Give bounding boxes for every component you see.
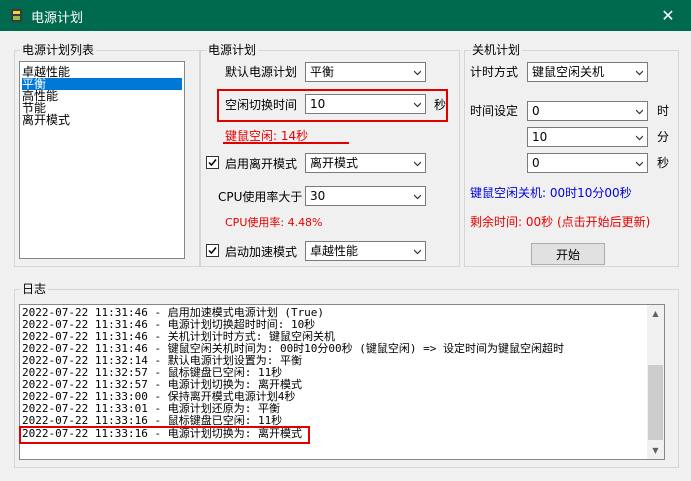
idle-switch-label: 空闲切换时间	[225, 98, 298, 112]
timer-mode-select[interactable]: 键鼠空闲关机	[527, 62, 648, 82]
list-item[interactable]: 高性能	[22, 90, 182, 102]
log-scrollbar[interactable]: ▲ ▼	[647, 305, 664, 459]
chevron-down-icon	[414, 70, 421, 76]
power-plan-group-label: 电源计划	[206, 43, 259, 57]
cpu-threshold-select[interactable]: 30	[305, 186, 426, 206]
chevron-down-icon	[414, 161, 421, 167]
plan-list-group-label: 电源计划列表	[20, 43, 97, 57]
scroll-down-icon[interactable]: ▼	[647, 442, 664, 459]
boost-mode-checkbox[interactable]	[206, 244, 219, 257]
app-icon	[11, 9, 22, 22]
chevron-down-icon	[414, 249, 421, 255]
list-item[interactable]: 离开模式	[22, 114, 182, 126]
cpu-threshold-value: 30	[310, 189, 326, 203]
remaining-time-text: 剩余时间: 00秒 (点击开始后更新)	[470, 215, 651, 229]
chevron-down-icon	[636, 109, 643, 115]
boost-mode-select[interactable]: 卓越性能	[305, 241, 426, 261]
chevron-down-icon	[636, 161, 643, 167]
list-item[interactable]: 卓越性能	[22, 66, 182, 78]
boost-mode-label: 启动加速模式	[225, 245, 298, 259]
chevron-down-icon	[414, 194, 421, 200]
shutdown-status-text: 键鼠空闲关机: 00时10分00秒	[470, 186, 632, 200]
second-select[interactable]: 0	[527, 153, 648, 173]
minute-unit: 分	[657, 130, 670, 144]
hour-value: 0	[532, 104, 540, 118]
check-icon	[208, 159, 217, 167]
idle-switch-select[interactable]: 10	[305, 94, 426, 114]
idle-switch-unit: 秒	[434, 98, 447, 112]
plan-listbox[interactable]: 卓越性能 平衡 高性能 节能 离开模式	[19, 61, 185, 259]
hour-unit: 时	[657, 104, 670, 118]
log-group-label: 日志	[20, 282, 49, 296]
start-button[interactable]: 开始	[531, 243, 605, 265]
idle-status-text: 键鼠空闲: 14秒	[225, 129, 309, 143]
timer-mode-label: 计时方式	[470, 65, 519, 79]
away-mode-checkbox[interactable]	[206, 156, 219, 169]
chevron-down-icon	[414, 102, 421, 108]
idle-switch-value: 10	[310, 97, 326, 111]
title-bar: 电源计划 ✕	[0, 0, 691, 31]
idle-status-underline	[223, 142, 349, 144]
close-icon: ✕	[661, 6, 675, 25]
default-plan-value: 平衡	[310, 65, 335, 79]
away-mode-select[interactable]: 离开模式	[305, 153, 426, 173]
timer-mode-value: 键鼠空闲关机	[532, 65, 605, 79]
second-value: 0	[532, 156, 540, 170]
time-set-label: 时间设定	[470, 104, 519, 118]
away-mode-value: 离开模式	[310, 156, 359, 170]
chevron-down-icon	[636, 135, 643, 141]
default-plan-label: 默认电源计划	[225, 65, 298, 79]
chevron-down-icon	[636, 70, 643, 76]
scroll-thumb[interactable]	[648, 365, 663, 440]
default-plan-select[interactable]: 平衡	[305, 62, 426, 82]
window-title: 电源计划	[31, 11, 84, 26]
boost-mode-value: 卓越性能	[310, 244, 359, 258]
last-log-highlight	[19, 426, 310, 444]
second-unit: 秒	[657, 156, 670, 170]
hour-select[interactable]: 0	[527, 101, 648, 121]
shutdown-plan-group-label: 关机计划	[470, 43, 523, 57]
minute-select[interactable]: 10	[527, 127, 648, 147]
cpu-status-text: CPU使用率: 4.48%	[225, 216, 323, 229]
close-button[interactable]: ✕	[645, 0, 691, 31]
away-mode-label: 启用离开模式	[225, 157, 298, 171]
start-button-label: 开始	[555, 247, 580, 262]
minute-value: 10	[532, 130, 548, 144]
scroll-up-icon[interactable]: ▲	[647, 305, 664, 322]
cpu-threshold-label: CPU使用率大于	[218, 190, 303, 204]
check-icon	[208, 247, 217, 255]
